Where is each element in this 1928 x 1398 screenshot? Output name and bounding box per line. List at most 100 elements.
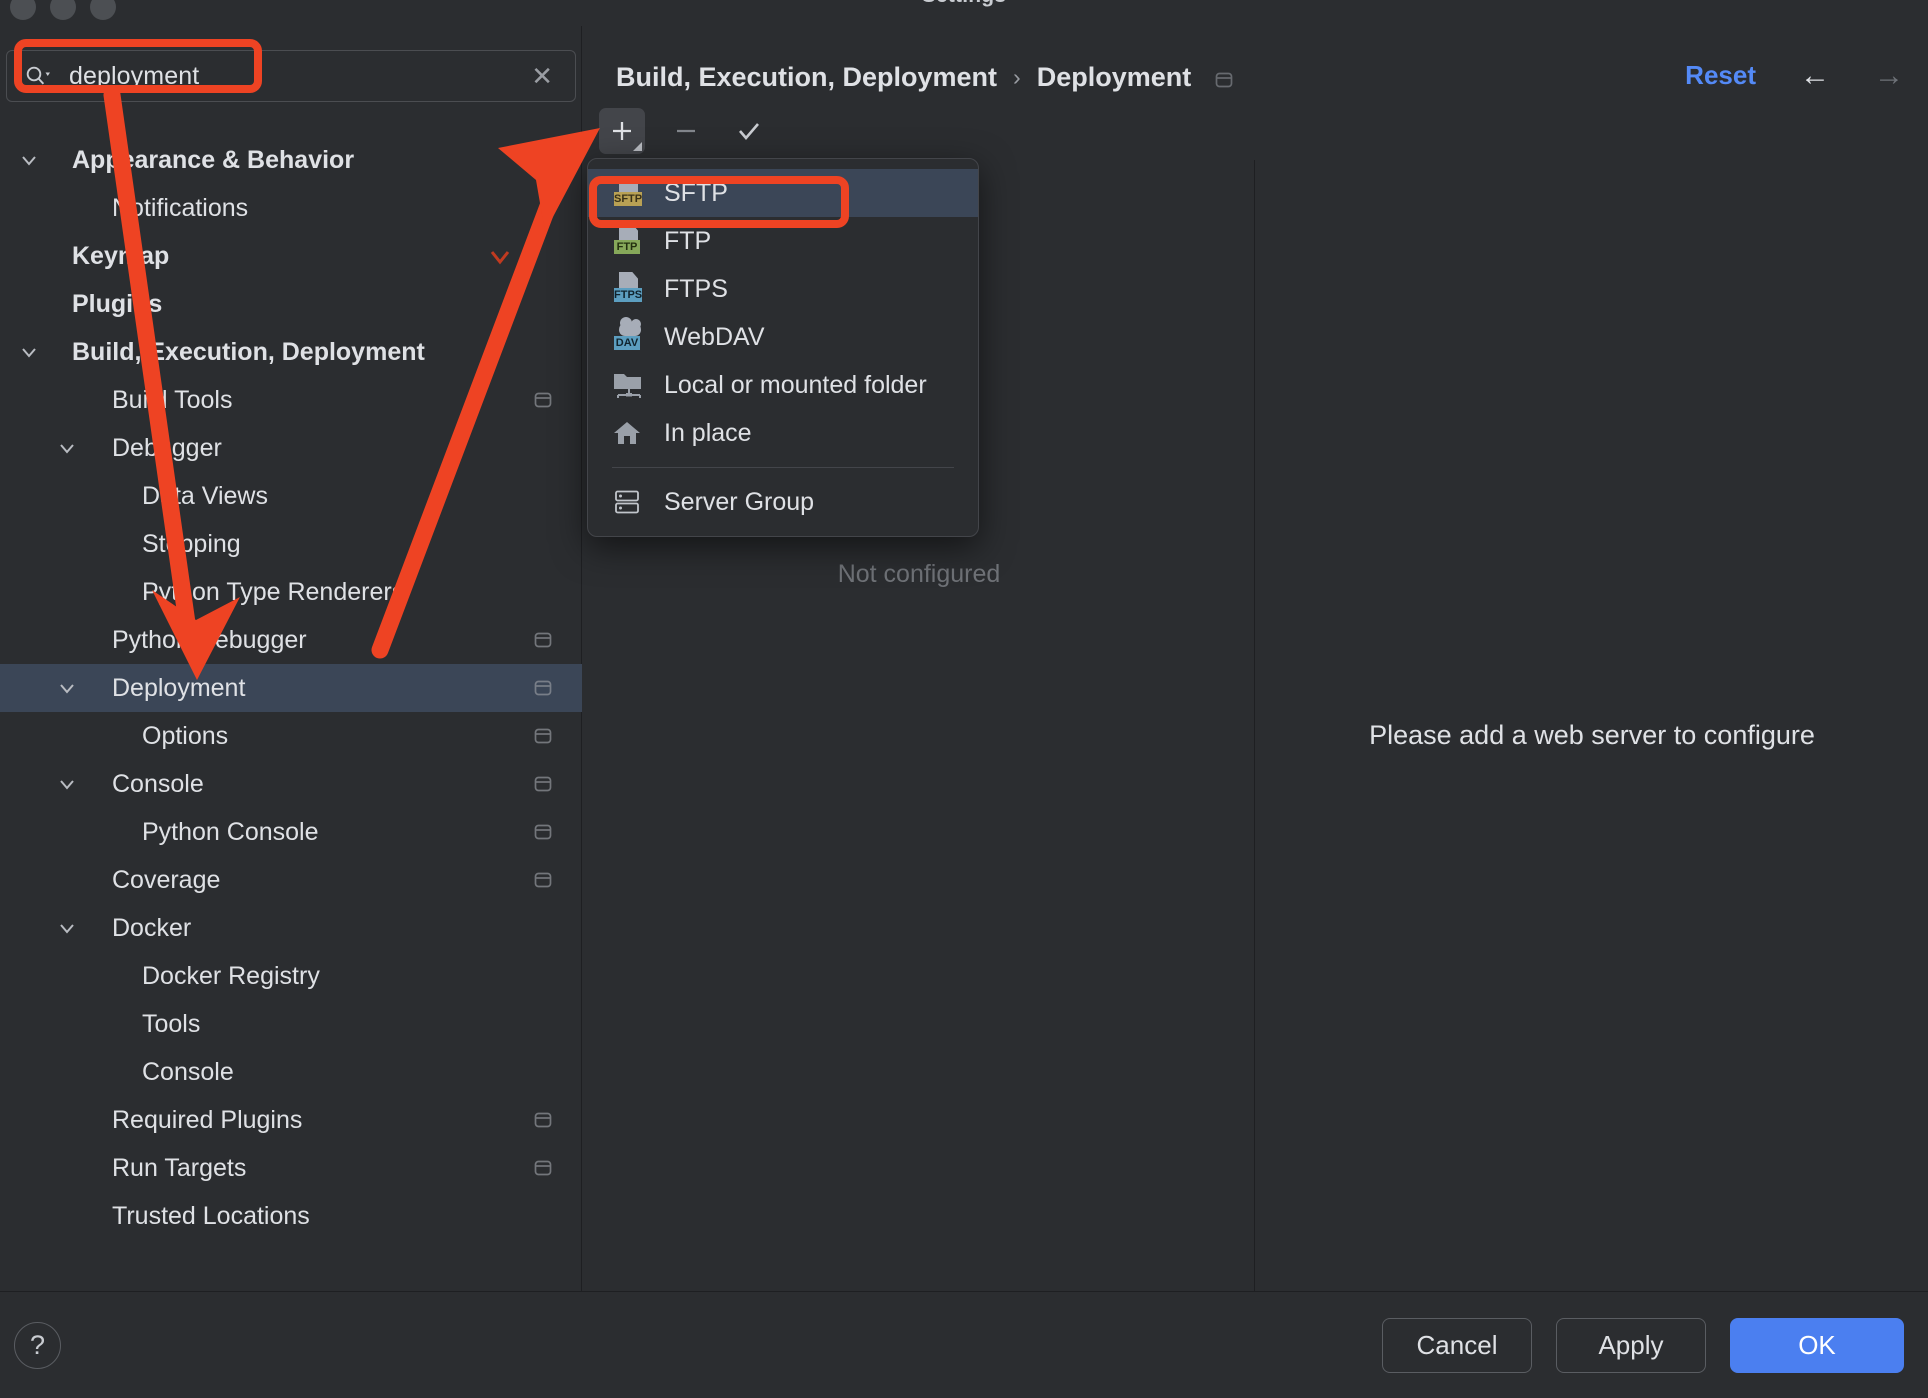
clear-search-icon[interactable]: ✕ <box>531 63 553 89</box>
sidebar-item-python-type-renderers[interactable]: Python Type Renderers <box>0 568 582 616</box>
sidebar-item-label: Console <box>112 770 204 799</box>
sidebar-item-label: Tools <box>142 1010 200 1039</box>
chevron-down-icon[interactable] <box>16 147 42 173</box>
help-button[interactable]: ? <box>14 1322 61 1369</box>
empty-state-message: Please add a web server to configure <box>1256 720 1928 751</box>
menu-item-webdav[interactable]: DAV WebDAV <box>588 313 978 361</box>
sidebar-item-stepping[interactable]: Stepping <box>0 520 582 568</box>
ok-button[interactable]: OK <box>1730 1318 1904 1373</box>
server-details-panel: Please add a web server to configure <box>1256 160 1928 1291</box>
chevron-down-icon[interactable] <box>16 339 42 365</box>
sidebar-item-python-debugger[interactable]: Python Debugger <box>0 616 582 664</box>
breadcrumb-separator: › <box>1013 64 1021 91</box>
sidebar-item-label: Build, Execution, Deployment <box>72 338 425 367</box>
menu-item-local-or-mounted-folder[interactable]: Local or mounted folder <box>588 361 978 409</box>
server-group-icon <box>610 485 650 519</box>
sidebar-item-options[interactable]: Options <box>0 712 582 760</box>
sidebar-item-data-views[interactable]: Data Views <box>0 472 582 520</box>
webdav-icon: DAV <box>610 320 650 354</box>
sidebar-item-plugins[interactable]: Plugins <box>0 280 582 328</box>
add-server-type-menu[interactable]: SFTP SFTP FTP FTP FTPSFTPS DAV WebDAV Local or … <box>587 158 979 537</box>
sidebar-item-label: Stepping <box>142 530 241 559</box>
header-actions: Reset ← → <box>1685 60 1904 91</box>
project-scope-icon <box>1213 67 1235 89</box>
breadcrumb: Build, Execution, Deployment › Deploymen… <box>616 62 1235 93</box>
chevron-down-icon[interactable] <box>54 771 80 797</box>
sidebar-item-notifications[interactable]: Notifications <box>0 184 582 232</box>
sftp-icon: SFTP <box>610 176 650 210</box>
menu-item-label: FTPS <box>664 275 728 304</box>
settings-dialog: Settings deployment ✕ Appearance & Behav… <box>0 0 1928 1398</box>
project-scope-icon <box>532 1109 554 1131</box>
sidebar-item-label: Python Type Renderers <box>142 578 404 607</box>
search-input[interactable]: deployment ✕ <box>6 50 576 102</box>
project-scope-icon <box>532 869 554 891</box>
sidebar-item-coverage[interactable]: Coverage <box>0 856 582 904</box>
apply-button[interactable]: Apply <box>1556 1318 1706 1373</box>
forward-arrow-icon[interactable]: → <box>1874 61 1904 91</box>
dialog-buttons: Cancel Apply OK <box>1382 1318 1904 1373</box>
breadcrumb-item-0[interactable]: Build, Execution, Deployment <box>616 62 997 93</box>
deployment-toolbar <box>583 102 1255 160</box>
menu-item-label: WebDAV <box>664 323 765 352</box>
search-field-wrapper[interactable]: deployment ✕ <box>6 50 576 102</box>
reset-button[interactable]: Reset <box>1685 60 1756 91</box>
sidebar-item-label: Trusted Locations <box>112 1202 310 1231</box>
sidebar-item-required-plugins[interactable]: Required Plugins <box>0 1096 582 1144</box>
add-server-button[interactable] <box>599 108 645 154</box>
sidebar-item-appearance-behavior[interactable]: Appearance & Behavior <box>0 136 582 184</box>
sidebar-item-label: Docker Registry <box>142 962 320 991</box>
menu-item-label: In place <box>664 419 752 448</box>
menu-item-sftp[interactable]: SFTP SFTP <box>588 169 978 217</box>
menu-item-server-group[interactable]: Server Group <box>588 478 978 526</box>
sidebar-item-label: Options <box>142 722 228 751</box>
project-scope-icon <box>532 821 554 843</box>
sidebar-item-run-targets[interactable]: Run Targets <box>0 1144 582 1192</box>
chevron-down-icon[interactable] <box>54 675 80 701</box>
menu-item-label: Server Group <box>664 488 814 517</box>
sidebar-item-label: Python Console <box>142 818 319 847</box>
menu-item-ftp[interactable]: FTP FTP <box>588 217 978 265</box>
sidebar-item-trusted-locations[interactable]: Trusted Locations <box>0 1192 582 1240</box>
sidebar-item-deployment[interactable]: Deployment <box>0 664 582 712</box>
sidebar-item-build-tools[interactable]: Build Tools <box>0 376 582 424</box>
sidebar-item-label: Data Views <box>142 482 268 511</box>
set-default-server-button[interactable] <box>726 108 772 154</box>
menu-item-in-place[interactable]: In place <box>588 409 978 457</box>
sidebar-item-debugger[interactable]: Debugger <box>0 424 582 472</box>
sidebar-item-build-execution-deployment[interactable]: Build, Execution, Deployment <box>0 328 582 376</box>
ftp-icon: FTP <box>610 224 650 258</box>
menu-separator <box>612 467 954 468</box>
sidebar-item-docker-registry[interactable]: Docker Registry <box>0 952 582 1000</box>
project-scope-icon <box>532 773 554 795</box>
project-scope-icon <box>532 725 554 747</box>
sidebar-item-label: Python Debugger <box>112 626 307 655</box>
sidebar-item-python-console[interactable]: Python Console <box>0 808 582 856</box>
sidebar-item-console[interactable]: Console <box>0 1048 582 1096</box>
cancel-button[interactable]: Cancel <box>1382 1318 1532 1373</box>
menu-item-label: SFTP <box>664 179 728 208</box>
project-scope-icon <box>532 677 554 699</box>
settings-tree[interactable]: Appearance & Behavior Notifications Keymap… <box>0 136 582 1240</box>
sidebar-item-label: Deployment <box>112 674 245 703</box>
menu-item-label: Local or mounted folder <box>664 371 927 400</box>
sidebar-item-label: Plugins <box>72 290 162 319</box>
breadcrumb-item-1[interactable]: Deployment <box>1037 62 1192 93</box>
menu-item-ftps[interactable]: FTPSFTPS <box>588 265 978 313</box>
project-scope-icon <box>532 1157 554 1179</box>
menu-item-label: FTP <box>664 227 711 256</box>
sidebar-item-console[interactable]: Console <box>0 760 582 808</box>
sidebar-item-label: Debugger <box>112 434 222 463</box>
sidebar-item-docker[interactable]: Docker <box>0 904 582 952</box>
sidebar-item-label: Notifications <box>112 194 248 223</box>
chevron-down-icon[interactable] <box>54 435 80 461</box>
sidebar-item-keymap[interactable]: Keymap <box>0 232 582 280</box>
local-folder-icon <box>610 368 650 402</box>
sidebar-item-label: Keymap <box>72 242 169 271</box>
project-scope-icon <box>532 389 554 411</box>
chevron-down-icon[interactable] <box>54 915 80 941</box>
settings-sidebar: deployment ✕ Appearance & Behavior Notifi… <box>0 26 582 1291</box>
remove-server-button[interactable] <box>663 108 709 154</box>
back-arrow-icon[interactable]: ← <box>1800 61 1830 91</box>
sidebar-item-tools[interactable]: Tools <box>0 1000 582 1048</box>
